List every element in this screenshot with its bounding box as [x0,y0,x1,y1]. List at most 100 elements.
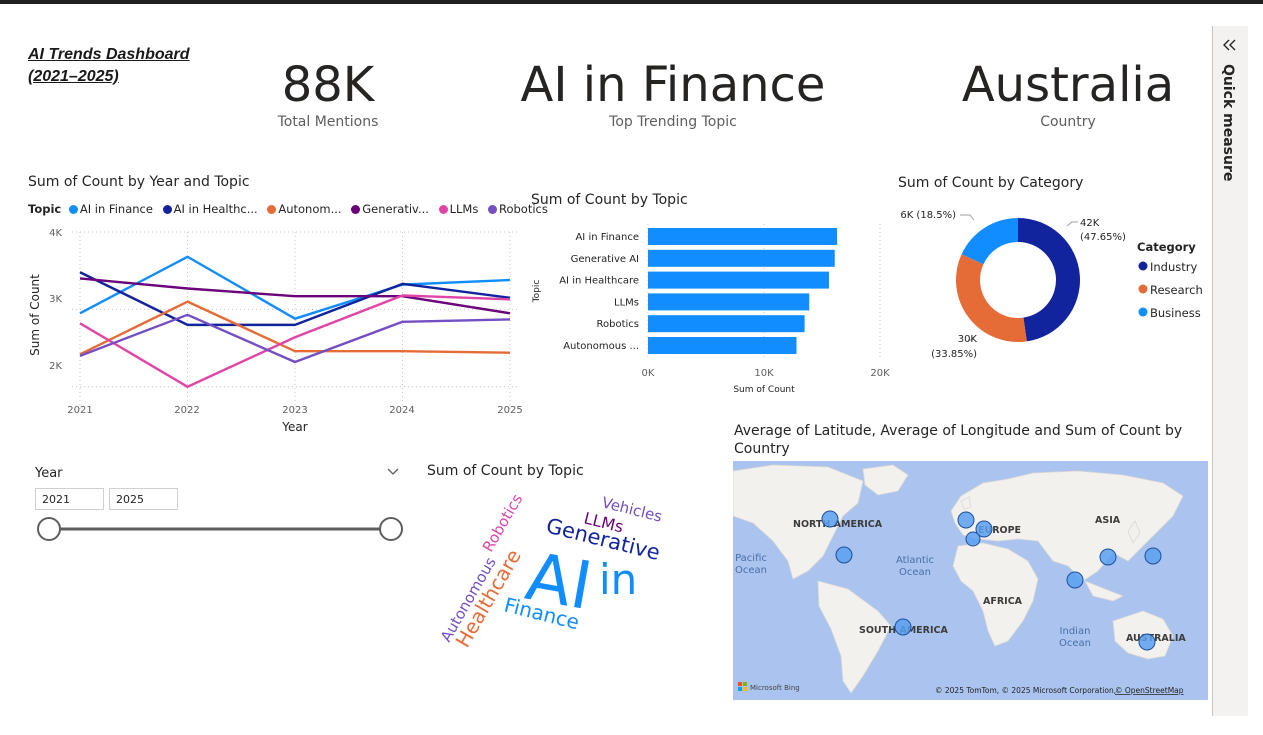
map-bubble[interactable] [835,546,853,564]
dashboard-title: AI Trends Dashboard (2021–2025) [28,44,190,88]
map-bubble[interactable] [821,510,839,528]
legend-item-ai-finance[interactable]: AI in Finance [68,202,153,216]
legend-item-llms[interactable]: LLMs [438,202,478,216]
legend-item-ai-healthcare[interactable]: AI in Healthc... [162,202,258,216]
y-axis-title: Topic [532,280,542,304]
donut-label-value: 16K (18.5%) [900,210,956,221]
x-tick-label: 2021 [67,405,92,416]
kpi-card-total-mentions[interactable]: 88K Total Mentions [228,58,428,130]
map-bubble[interactable] [1066,571,1084,589]
donut-chart-title: Sum of Count by Category [898,175,1084,191]
greenland-land [862,464,909,496]
x-axis-title: Sum of Count [733,385,795,395]
legend-label: Autonom... [278,202,342,216]
kpi-value: 88K [281,57,375,113]
category-label: LLMs [614,297,639,308]
map-bubble[interactable] [894,618,912,636]
leader-line [1066,221,1078,227]
map-bubble[interactable] [965,531,981,547]
bar[interactable] [648,315,805,333]
donut-legend-research[interactable]: Research [1150,283,1203,297]
x-tick-label: 20K [870,368,890,379]
bar-chart-title: Sum of Count by Topic [531,192,688,208]
legend-dot [351,205,361,214]
slicer-start-input[interactable]: 2021 [35,488,104,510]
slicer-handle-start[interactable] [37,517,61,541]
map-title-line1: Average of Latitude, Average of Longitud… [734,423,1183,439]
legend-item-autonomous[interactable]: Autonom... [267,202,342,216]
kpi-value: Australia [961,57,1175,113]
donut-legend-industry[interactable]: Industry [1150,260,1197,274]
leader-line [960,214,975,221]
map-attribution: © 2025 TomTom, © 2025 Microsoft Corporat… [935,686,1116,695]
donut-legend-business[interactable]: Business [1150,306,1201,320]
word-robotics[interactable]: Robotics [479,491,527,555]
kpi-label: Total Mentions [277,114,379,130]
x-tick-label: 2024 [389,405,414,416]
map-bubble[interactable] [1099,548,1117,566]
map-label-pacific-ocean: Ocean [735,565,767,576]
map-label-pacific: Pacific [735,553,767,564]
bar[interactable] [648,293,810,311]
slicer-end-input[interactable]: 2025 [109,488,178,510]
map-bubble[interactable] [1138,633,1156,651]
x-tick-label: 0K [642,368,655,379]
dashboard-title-line1: AI Trends Dashboard [28,46,190,63]
y-tick-label: 3K [49,294,62,305]
chevron-down-icon[interactable] [385,463,401,479]
category-label: AI in Healthcare [559,276,639,287]
line-chart-title: Sum of Count by Year and Topic [28,174,250,190]
category-label: Generative AI [571,254,639,265]
bar[interactable] [648,271,829,289]
quick-measure-tab[interactable]: Quick measure [1214,64,1244,184]
slicer-handle-end[interactable] [379,517,403,541]
line-chart-legend: Topic AI in Finance AI in Healthc... Aut… [28,202,554,216]
slicer-range-track[interactable] [30,515,410,545]
slicer-title: Year [35,466,63,481]
indonesia-land [1084,580,1124,602]
donut-slice[interactable] [961,218,1018,265]
donut-label-value: 30K [958,334,978,345]
donut-label-pct: (33.85%) [931,349,977,360]
donut-slice[interactable] [1018,218,1080,342]
y-tick-label: 4K [49,228,62,239]
map-logo-text: Microsoft Bing [750,684,800,692]
donut-slice[interactable] [956,254,1027,342]
x-tick-label: 2025 [497,405,522,416]
category-label: Autonomous ... [563,341,639,352]
x-tick-label: 10K [754,368,774,379]
legend-label: AI in Healthc... [173,202,258,216]
kpi-card-country[interactable]: Australia Country [938,58,1198,130]
line-chart[interactable]: 4K 3K 2K 2021 2022 2023 2024 2025 Year S… [0,220,530,440]
map-bubble[interactable] [957,511,975,529]
map-bubble[interactable] [1144,547,1162,565]
y-axis-title: Sum of Count [28,274,42,356]
quick-measure-label: Quick measure [1220,64,1236,182]
legend-title: Topic [28,202,62,216]
donut-chart[interactable]: 42K (47.65%) 30K (33.85%) 16K (18.5%) Ca… [900,200,1210,370]
donut-label-value: 42K [1080,218,1100,229]
category-label: Robotics [597,319,640,330]
dashboard-title-line2: (2021–2025) [28,68,119,85]
map-label-atlantic-ocean: Ocean [899,567,931,578]
kpi-label: Top Trending Topic [609,114,737,130]
legend-dot [438,205,448,214]
bar-chart[interactable]: AI in Finance Generative AI AI in Healthca… [528,220,898,400]
double-chevron-left-icon[interactable] [1220,36,1240,54]
south-america-land [817,580,892,694]
bar[interactable] [648,337,797,354]
legend-dot [68,205,78,214]
top-bar [0,0,1263,4]
map-label-indian-ocean: Ocean [1059,638,1091,649]
bing-logo-icon [738,682,747,691]
kpi-card-top-topic[interactable]: AI in Finance Top Trending Topic [498,58,848,130]
world-map[interactable]: NORTH AMERICA EUROPE ASIA AFRICA SOUTH A… [733,461,1208,700]
map-attribution-link[interactable]: © OpenStreetMap [1115,686,1184,695]
word-cloud[interactable]: AI in Finance Generative LLMs Vehicles R… [425,485,675,665]
legend-label: Generativ... [362,202,429,216]
x-tick-label: 2022 [174,405,199,416]
bar[interactable] [648,228,838,245]
word-in[interactable]: in [599,555,637,604]
bar[interactable] [648,249,835,267]
legend-item-generative[interactable]: Generativ... [351,202,429,216]
